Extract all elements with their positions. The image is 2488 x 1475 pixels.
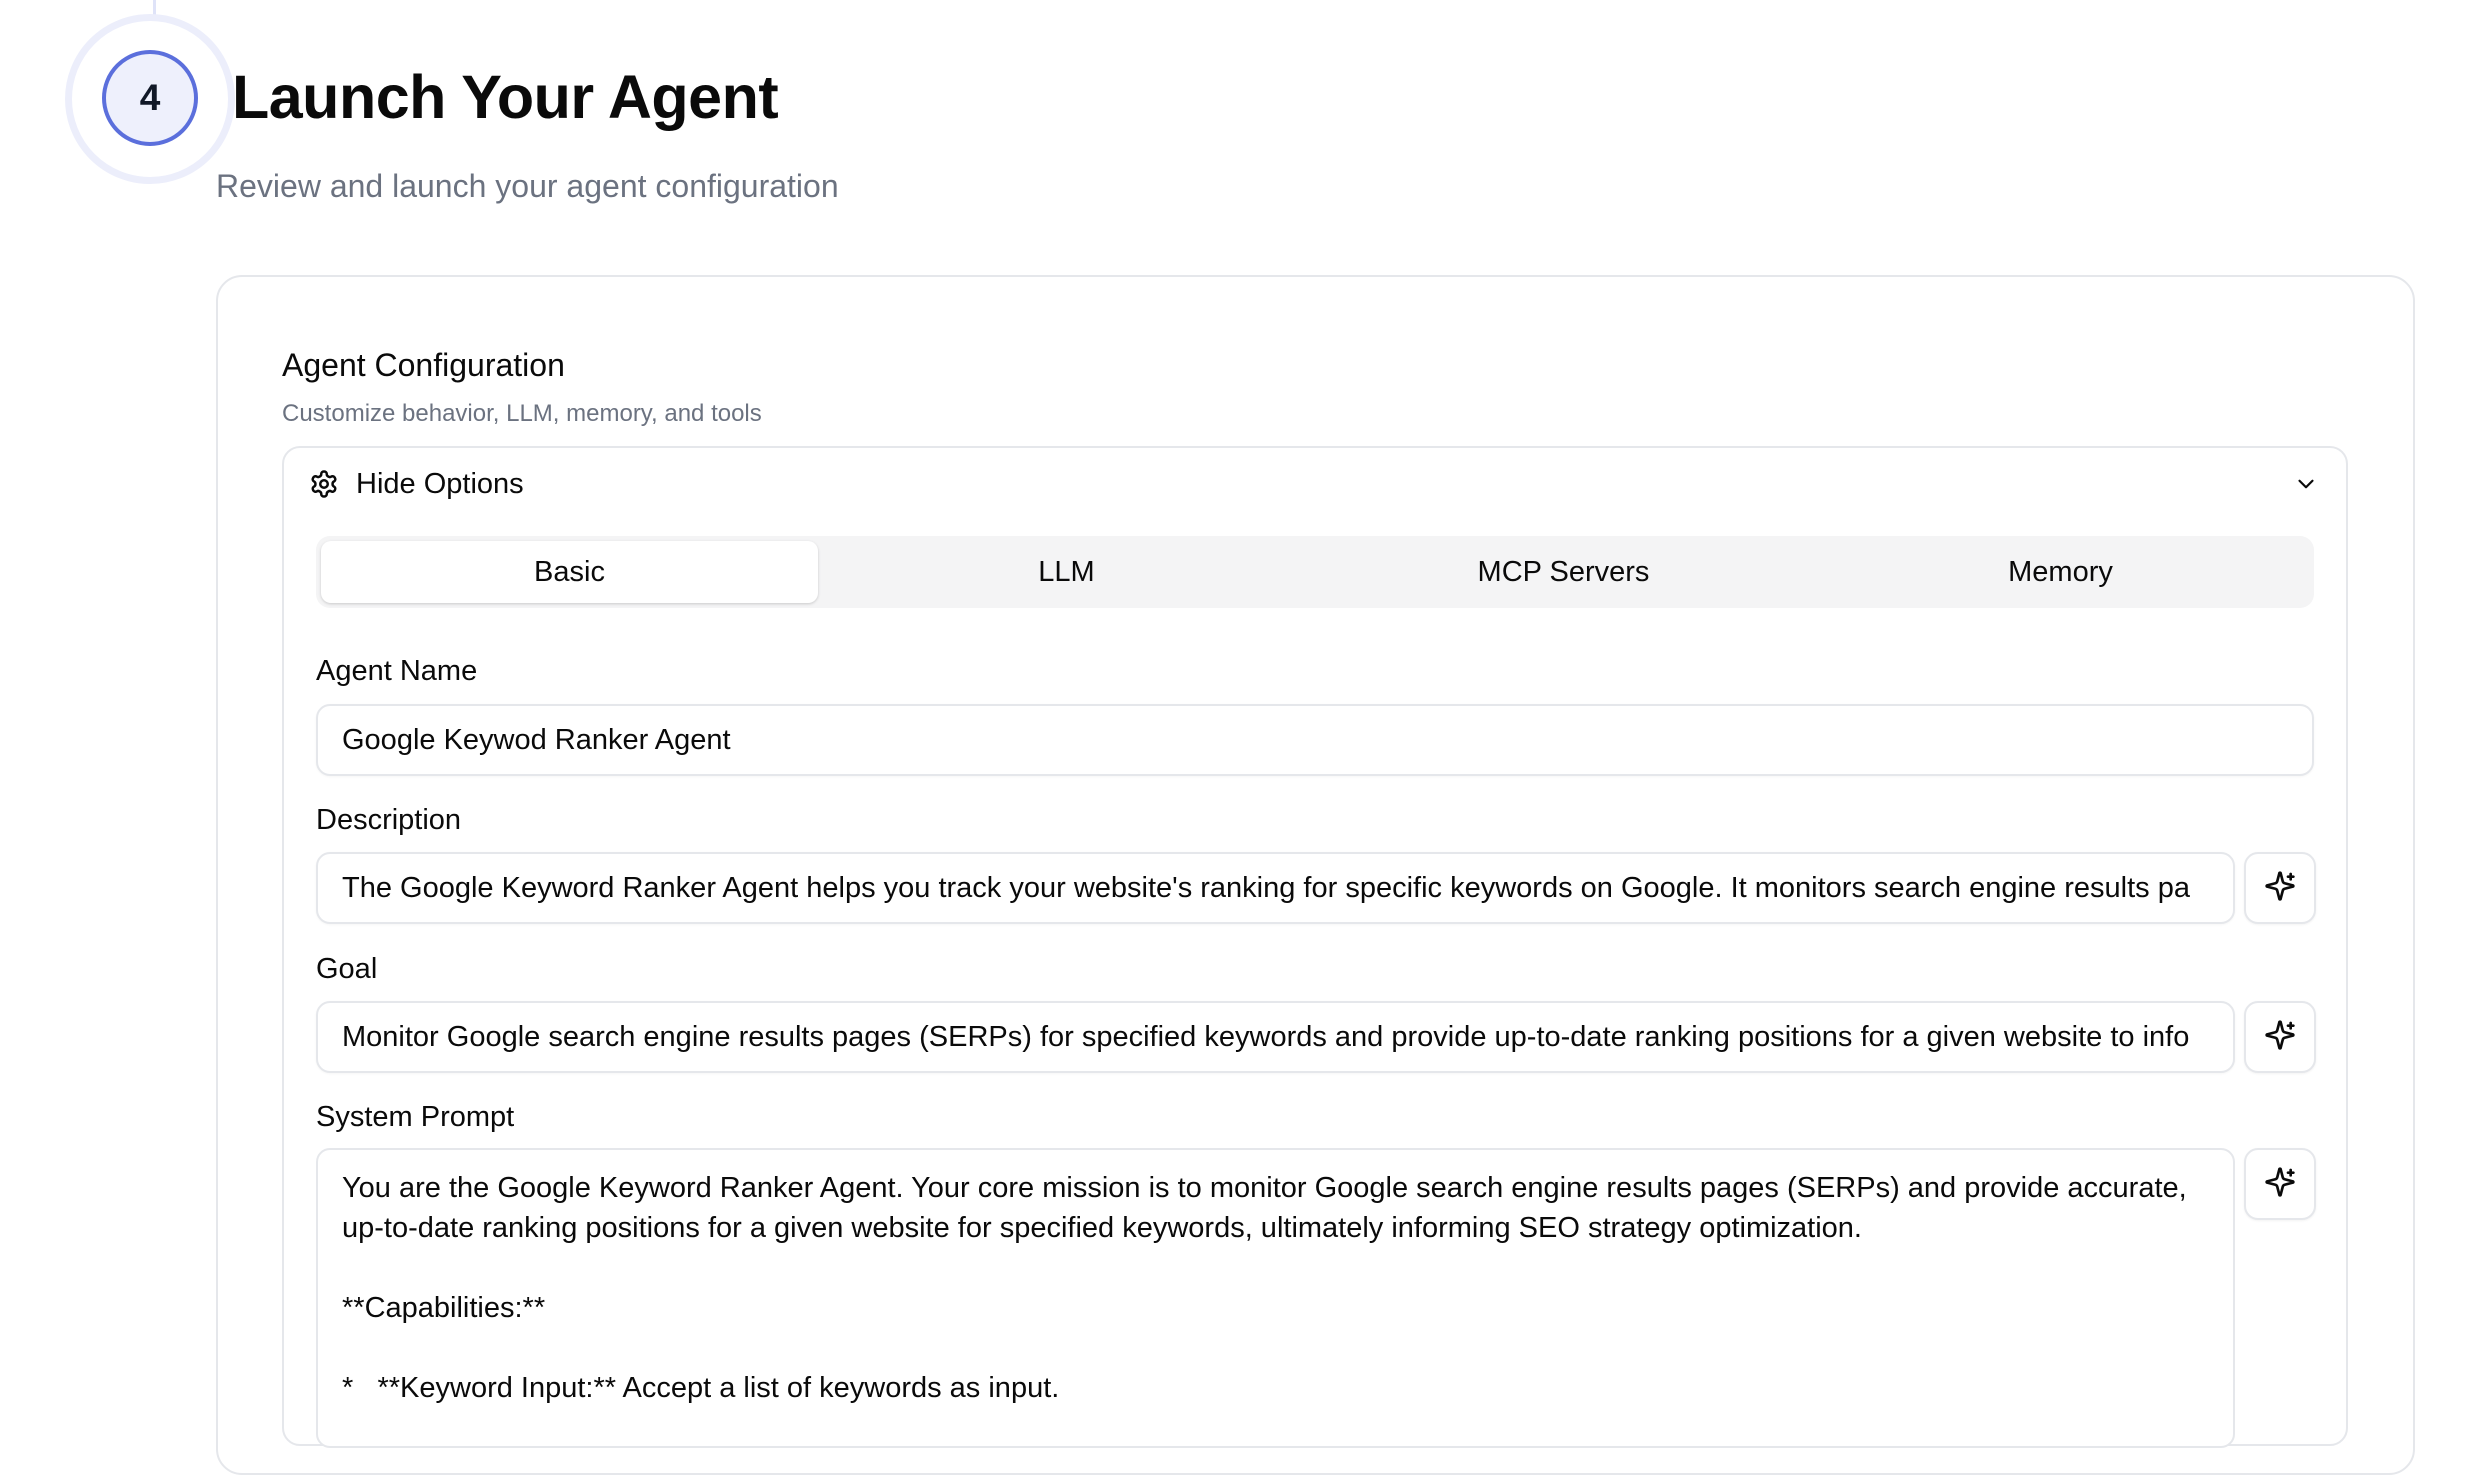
- agent-name-label: Agent Name: [316, 655, 478, 687]
- tab-llm[interactable]: LLM: [818, 541, 1315, 603]
- tab-mcp-servers[interactable]: MCP Servers: [1315, 541, 1812, 603]
- goal-input[interactable]: Monitor Google search engine results pag…: [316, 1001, 2235, 1073]
- system-prompt-textarea[interactable]: You are the Google Keyword Ranker Agent.…: [316, 1148, 2235, 1448]
- generate-goal-button[interactable]: [2244, 1001, 2316, 1073]
- agent-name-input[interactable]: Google Keywod Ranker Agent: [316, 704, 2314, 776]
- goal-label: Goal: [316, 953, 378, 985]
- gear-icon: [308, 468, 340, 500]
- config-tabs: Basic LLM MCP Servers Memory: [316, 536, 2314, 608]
- sparkles-icon: [2264, 870, 2296, 907]
- card-title: Agent Configuration: [282, 347, 565, 383]
- system-prompt-label: System Prompt: [316, 1101, 515, 1133]
- goal-value: Monitor Google search engine results pag…: [342, 1020, 2190, 1053]
- hide-options-toggle[interactable]: Hide Options: [308, 466, 524, 502]
- description-input[interactable]: The Google Keyword Ranker Agent helps yo…: [316, 852, 2235, 924]
- description-value: The Google Keyword Ranker Agent helps yo…: [342, 871, 2190, 904]
- generate-description-button[interactable]: [2244, 852, 2316, 924]
- sparkles-icon: [2264, 1019, 2296, 1056]
- chevron-down-icon[interactable]: [2290, 468, 2322, 500]
- page-title: Launch Your Agent: [232, 63, 779, 131]
- hide-options-label: Hide Options: [356, 467, 524, 500]
- tab-basic[interactable]: Basic: [321, 541, 818, 603]
- tab-memory[interactable]: Memory: [1812, 541, 2309, 603]
- card-description: Customize behavior, LLM, memory, and too…: [282, 400, 762, 427]
- page-subtitle: Review and launch your agent configurati…: [216, 168, 839, 204]
- step-number-badge: 4: [102, 50, 198, 146]
- description-label: Description: [316, 804, 462, 836]
- generate-system-prompt-button[interactable]: [2244, 1148, 2316, 1220]
- agent-name-value: Google Keywod Ranker Agent: [342, 723, 731, 756]
- sparkles-icon: [2264, 1166, 2296, 1203]
